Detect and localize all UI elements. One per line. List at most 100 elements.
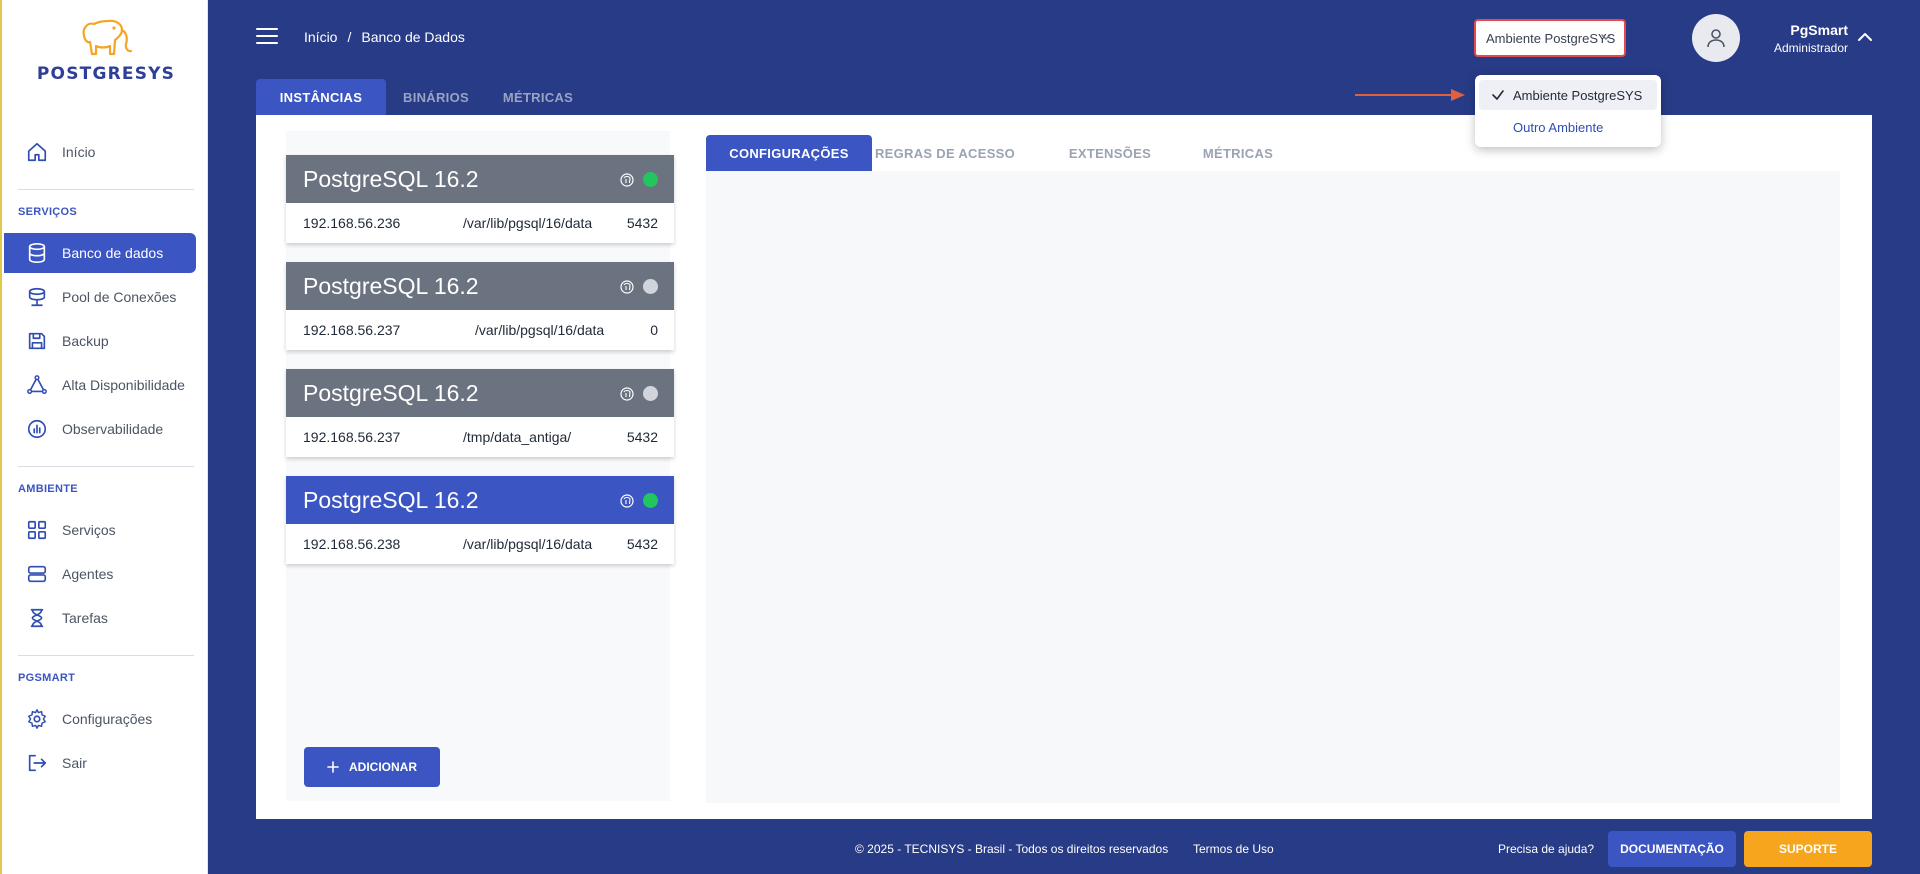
home-icon — [27, 142, 47, 162]
postgres-icon — [620, 387, 634, 401]
instance-port: 0 — [650, 322, 658, 338]
nav-configuracoes[interactable]: Configurações — [4, 699, 196, 739]
nav-observabilidade[interactable]: Observabilidade — [4, 409, 196, 449]
postgres-icon — [620, 173, 634, 187]
check-icon — [1492, 90, 1504, 100]
instance-path: /var/lib/pgsql/16/data — [463, 536, 593, 552]
instance-ip: 192.168.56.237 — [303, 322, 401, 338]
grid-icon — [27, 520, 47, 540]
nav-observabilidade-label: Observabilidade — [62, 421, 164, 437]
environment-dropdown: Ambiente PostgreSYS Outro Ambiente — [1475, 75, 1661, 147]
nav-pool-de-conexoes[interactable]: Pool de Conexões — [4, 277, 196, 317]
tab-extensoes[interactable]: EXTENSÕES — [1060, 135, 1160, 171]
tab-binarios[interactable]: BINÁRIOS — [388, 79, 484, 115]
instance-port: 5432 — [626, 215, 658, 231]
divider — [18, 466, 194, 467]
divider — [18, 189, 194, 190]
nav-servicos[interactable]: Serviços — [4, 510, 196, 550]
breadcrumb: Início / Banco de Dados — [304, 29, 465, 45]
tab-instancias[interactable]: INSTÂNCIAS — [256, 79, 386, 115]
status-offline-dot — [643, 386, 658, 401]
database-icon — [28, 243, 46, 263]
user-name: PgSmart — [1790, 22, 1848, 38]
menu-toggle-icon[interactable] — [256, 28, 278, 46]
footer-copyright: © 2025 - TECNISYS - Brasil - Todos os di… — [855, 842, 1169, 856]
environment-option-selected[interactable]: Ambiente PostgreSYS — [1479, 80, 1657, 110]
environment-option-label: Outro Ambiente — [1513, 119, 1604, 135]
instance-card-selected[interactable]: PostgreSQL 16.2 192.168.56.238 /var/lib/… — [286, 476, 674, 564]
breadcrumb-home[interactable]: Início — [304, 29, 337, 45]
nav-home[interactable]: Início — [4, 132, 196, 172]
nav-backup[interactable]: Backup — [4, 321, 196, 361]
hourglass-icon — [30, 608, 44, 628]
instances-list: PostgreSQL 16.2 192.168.56.236 /var/lib/… — [286, 131, 674, 801]
nav-configuracoes-label: Configurações — [62, 711, 153, 727]
status-offline-dot — [643, 279, 658, 294]
divider — [18, 655, 194, 656]
instance-card[interactable]: PostgreSQL 16.2 192.168.56.237 /tmp/data… — [286, 369, 674, 457]
nav-alta-disponibilidade-label: Alta Disponibilidade — [62, 377, 185, 393]
support-button[interactable]: SUPORTE — [1744, 831, 1872, 867]
nav-banco-de-dados[interactable]: Banco de dados — [4, 233, 196, 273]
documentation-button[interactable]: DOCUMENTAÇÃO — [1608, 831, 1736, 867]
nav-tarefas-label: Tarefas — [62, 610, 108, 626]
nav-agentes[interactable]: Agentes — [4, 554, 196, 594]
user-role: Administrador — [1773, 41, 1848, 55]
configuracoes-content — [706, 171, 1840, 803]
tab-metricas-detalhe[interactable]: MÉTRICAS — [1186, 135, 1290, 171]
instance-ip: 192.168.56.238 — [303, 536, 401, 552]
logout-icon — [28, 754, 47, 772]
nav-alta-disponibilidade[interactable]: Alta Disponibilidade — [4, 365, 196, 405]
environment-selected-label: Ambiente PostgreSYS — [1486, 30, 1616, 46]
nav-agentes-label: Agentes — [62, 566, 114, 582]
add-instance-label: ADICIONAR — [349, 760, 417, 774]
section-title-pgsmart: PGSMART — [18, 672, 76, 684]
environment-select[interactable]: Ambiente PostgreSYS — [1474, 19, 1626, 57]
section-title-servicos: SERVIÇOS — [18, 206, 78, 218]
instance-port: 5432 — [626, 429, 658, 445]
instance-title: PostgreSQL 16.2 — [303, 486, 479, 513]
instance-card[interactable]: PostgreSQL 16.2 192.168.56.236 /var/lib/… — [286, 155, 674, 243]
environment-option[interactable]: Outro Ambiente — [1479, 112, 1657, 142]
status-online-dot — [643, 493, 658, 508]
gear-icon — [28, 709, 46, 729]
user-icon — [1707, 29, 1725, 48]
save-icon — [28, 332, 46, 350]
nav-tarefas[interactable]: Tarefas — [4, 598, 196, 638]
footer-help-text: Precisa de ajuda? — [1498, 842, 1595, 856]
footer-terms-link[interactable]: Termos de Uso — [1193, 842, 1274, 856]
instance-ip: 192.168.56.237 — [303, 429, 401, 445]
breadcrumb-separator: / — [347, 29, 352, 45]
nav-pool-label: Pool de Conexões — [62, 289, 177, 305]
nav-servicos-label: Serviços — [62, 522, 116, 538]
nav-home-label: Início — [62, 144, 96, 160]
chevron-up-icon[interactable] — [1856, 30, 1874, 44]
arrow-indicator-icon — [1355, 89, 1465, 101]
server-icon — [27, 565, 47, 583]
instance-title: PostgreSQL 16.2 — [303, 165, 479, 192]
postgresys-logo[interactable]: POSTGRESYS — [20, 18, 192, 84]
tab-configuracoes[interactable]: CONFIGURAÇÕES — [706, 135, 872, 171]
chevron-down-icon — [1601, 34, 1611, 40]
postgres-icon — [620, 280, 634, 294]
nav-sair[interactable]: Sair — [4, 743, 196, 783]
instance-path: /var/lib/pgsql/16/data — [475, 322, 605, 338]
instance-card[interactable]: PostgreSQL 16.2 192.168.56.237 /var/lib/… — [286, 262, 674, 350]
pool-icon — [28, 287, 46, 307]
instance-path: /tmp/data_antiga/ — [463, 429, 572, 445]
instance-ip: 192.168.56.236 — [303, 215, 401, 231]
avatar[interactable] — [1692, 14, 1740, 62]
main-area: Início / Banco de Dados PgSmart Administ… — [208, 0, 1920, 874]
logo-text: POSTGRESYS — [36, 64, 176, 84]
section-title-ambiente: AMBIENTE — [18, 483, 78, 495]
tab-regras-de-acesso[interactable]: REGRAS DE ACESSO — [874, 135, 1016, 171]
elephant-logo-icon — [82, 19, 133, 56]
triangle-nodes-icon — [27, 375, 47, 394]
plus-icon — [327, 761, 339, 773]
add-instance-button[interactable]: ADICIONAR — [304, 747, 440, 787]
nav-sair-label: Sair — [62, 755, 87, 771]
tab-metricas[interactable]: MÉTRICAS — [488, 79, 588, 115]
status-online-dot — [643, 172, 658, 187]
instance-path: /var/lib/pgsql/16/data — [463, 215, 593, 231]
breadcrumb-current: Banco de Dados — [361, 29, 465, 45]
